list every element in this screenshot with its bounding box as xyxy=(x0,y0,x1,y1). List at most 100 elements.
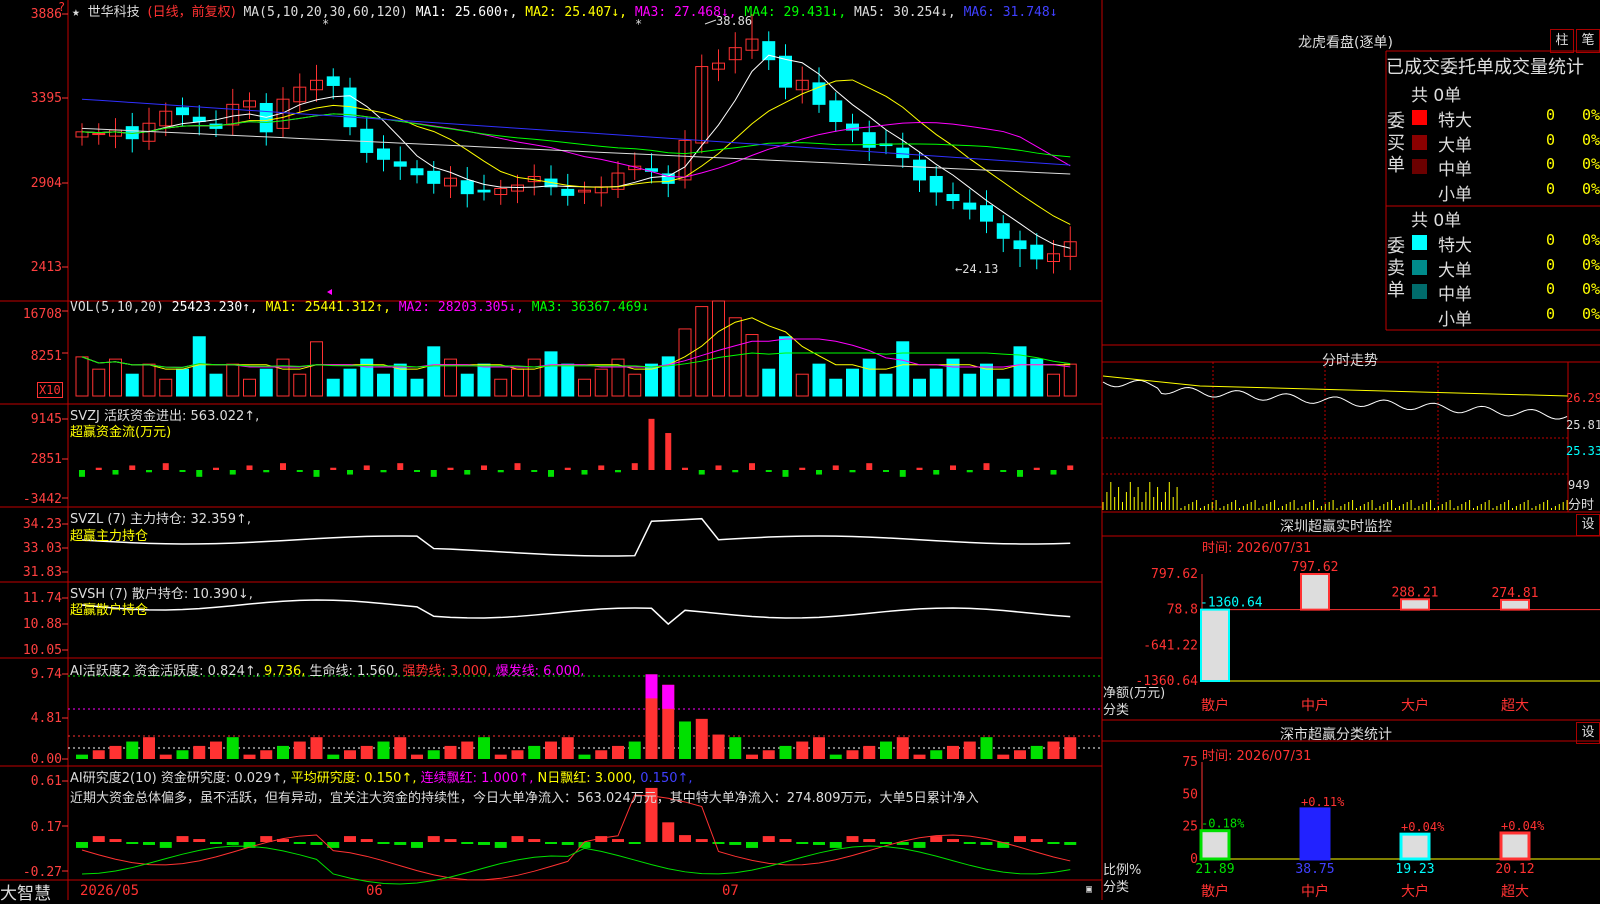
ai-research-bar-4 xyxy=(143,842,155,845)
svzl-ytick-1: 33.03 xyxy=(22,541,62,556)
classify-change-3: +0.04% xyxy=(1501,819,1545,833)
svzj-bar-53 xyxy=(966,470,973,473)
candle-body-56 xyxy=(1013,240,1027,250)
tick-mode-button[interactable]: 笔 xyxy=(1576,29,1600,53)
intraday-ytick-0: 26.29 xyxy=(1566,391,1600,405)
ma-line-60 xyxy=(81,127,1071,175)
svzj-bar-1 xyxy=(95,467,102,470)
svzj-bar-7 xyxy=(196,470,203,477)
classify-cat-3: 超大 xyxy=(1501,884,1529,900)
ai-active-bar-55 xyxy=(997,754,1010,759)
ai-research-bar-35 xyxy=(662,822,675,842)
candle-body-55 xyxy=(996,223,1010,239)
ai-active-bar-37 xyxy=(695,718,708,759)
bar-mode-button[interactable]: 柱 xyxy=(1550,29,1574,53)
buy-row-2: 中单 0 0% xyxy=(1410,155,1600,180)
ai-active-bar-46 xyxy=(846,750,859,759)
svzj-ytick-2: -3442 xyxy=(22,492,62,507)
ai-research-bar-20 xyxy=(411,842,423,848)
ma-line-5 xyxy=(81,54,1071,249)
monitor-time: 时间: 2026/07/31 xyxy=(1202,541,1312,556)
sell-label-1: 大单 xyxy=(1438,260,1472,281)
lock-icon[interactable]: ▣ xyxy=(1086,884,1092,895)
volume-bar-21 xyxy=(427,346,441,397)
ai-active-bar-23 xyxy=(461,741,474,759)
classify-title: 深市超赢分类统计 xyxy=(1280,727,1392,743)
ai-active-bar-21 xyxy=(427,750,440,759)
ai-research-bar-24 xyxy=(478,842,490,845)
ai-active-bar-0 xyxy=(76,754,88,759)
ai-active-bar-7 xyxy=(193,745,206,759)
ma-definition: MA(5,10,20,30,60,120) xyxy=(243,5,408,20)
volume-bar-30 xyxy=(578,378,591,397)
classify-bar-2 xyxy=(1399,832,1431,861)
ai-active-burst: 爆发线: 6.000, xyxy=(495,664,585,679)
ai-research-bar-5 xyxy=(159,842,172,848)
monitor-settings-button[interactable]: 设 xyxy=(1576,514,1600,536)
svzj-subtitle: 超赢资金流(万元) xyxy=(70,425,172,440)
sell-count-2: 0 xyxy=(1546,280,1556,298)
buy-count-3: 0 xyxy=(1546,179,1556,198)
ai-active-bar-51 xyxy=(930,750,943,759)
candle-body-41 xyxy=(762,41,776,61)
kline-ytick-3: 2413 xyxy=(30,260,62,275)
monitor-value-3: 274.81 xyxy=(1492,586,1539,601)
svzj-bar-8 xyxy=(213,467,219,470)
ai-active-ytick-2: 0.00 xyxy=(30,752,62,767)
ma2-value: MA2: 25.407↓, xyxy=(525,5,628,20)
kline-low-label: ←24.13 xyxy=(955,262,999,276)
main-chart-area[interactable]: * *797.6278.8-641.22-1360.64-1360.64散户797… xyxy=(0,0,1600,900)
volume-bar-31 xyxy=(594,368,608,397)
buy-row-0: 特大 0 0% xyxy=(1410,106,1600,131)
ai-research-bar-51 xyxy=(930,836,943,842)
volume-bar-23 xyxy=(460,373,474,397)
intraday-ytick-1: 25.81 xyxy=(1566,418,1600,432)
ai-research-bar-3 xyxy=(126,842,139,844)
app-logo: 大智慧 xyxy=(0,884,51,904)
ai-active-bar-18 xyxy=(377,741,390,759)
star-icon[interactable]: ★ xyxy=(72,5,80,20)
ma-line-120 xyxy=(81,98,1071,166)
ai-research-bar-40 xyxy=(746,842,758,848)
volume-bar-59 xyxy=(1063,363,1077,397)
svzj-bar-20 xyxy=(414,470,420,472)
svzj-bar-4 xyxy=(146,470,152,473)
vol-unit-badge[interactable]: X10 xyxy=(37,382,63,398)
classify-cat-0: 散户 xyxy=(1201,883,1229,900)
sell-swatch-0 xyxy=(1412,235,1427,250)
candle-body-54 xyxy=(980,205,993,222)
classify-time: 时间: 2026/07/31 xyxy=(1202,749,1312,764)
candle-body-57 xyxy=(1030,244,1044,260)
classify-bar-1 xyxy=(1299,807,1331,861)
ai-active-bar-22 xyxy=(444,745,457,759)
ai-active-strong: 强势线: 3.000, xyxy=(402,664,492,679)
ai-active-bar-4 xyxy=(143,737,155,759)
classify-settings-button[interactable]: 设 xyxy=(1576,722,1600,744)
ai-research-bar-44 xyxy=(813,842,825,845)
kline-ytick-2: 2904 xyxy=(30,176,62,191)
xaxis-label-1: 06 xyxy=(366,883,383,899)
sell-pct-1: 0% xyxy=(1582,255,1600,274)
volume-bar-18 xyxy=(377,373,390,397)
volume-bar-8 xyxy=(209,373,223,397)
volume-bar-27 xyxy=(527,358,541,397)
svzj-bar-39 xyxy=(732,470,739,473)
monitor-bar-3 xyxy=(1500,598,1530,611)
ai-active-burst-34 xyxy=(645,674,658,699)
ai-research-bar-27 xyxy=(528,839,541,842)
ai-research-line-red xyxy=(81,794,1071,881)
classify-ytick-1: 50 xyxy=(1182,787,1198,802)
ai-active-ytick-1: 4.81 xyxy=(30,711,62,726)
svsh-subtitle: 超赢散户持仓 xyxy=(70,603,149,618)
monitor-value-0: -1360.64 xyxy=(1200,596,1263,611)
period-mode[interactable]: (日线，前复权) xyxy=(148,5,236,20)
vol-value: 25423.230↑, xyxy=(171,300,258,315)
ai-research-bar-58 xyxy=(1047,842,1060,844)
buy-pct-3: 0% xyxy=(1582,179,1600,198)
ai-research-bar-7 xyxy=(193,839,206,842)
svzj-bar-41 xyxy=(765,470,772,472)
volume-bar-29 xyxy=(561,363,575,397)
volume-bar-41 xyxy=(762,368,776,397)
monitor-cat-0: 散户 xyxy=(1201,697,1229,714)
ai-active-bar-42 xyxy=(779,745,792,759)
